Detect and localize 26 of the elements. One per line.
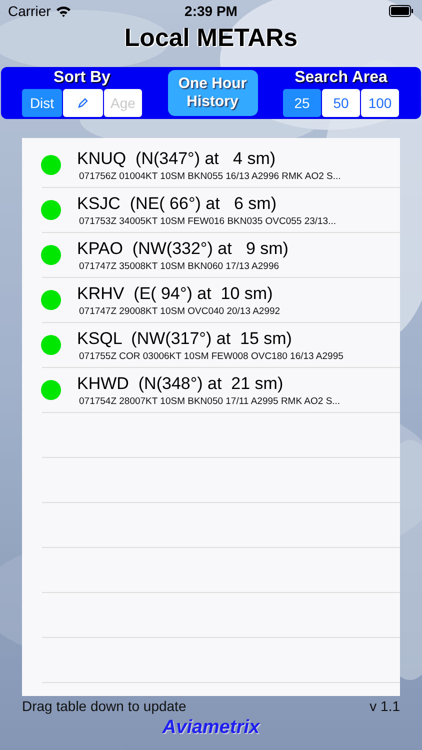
station-heading[interactable]: KSJC (NE( 66°) at 6 sm) (77, 194, 336, 214)
version-label: v 1.1 (370, 698, 400, 714)
search-area-label: Search Area (294, 69, 388, 87)
pencil-icon (78, 98, 88, 108)
brand-name: Aviametrix (162, 717, 260, 738)
station-heading[interactable]: KNUQ (N(347°) at 4 sm) (77, 148, 341, 168)
clock-time: 2:39 PM (184, 3, 238, 19)
sort-option[interactable] (63, 89, 103, 117)
station-heading[interactable]: KHWD (N(348°) at 21 sm) (77, 374, 340, 394)
metar-text: 071753Z 34005KT 10SM FEW016 BKN035 OVC055 23/13... (79, 216, 336, 226)
sort-by-label: Sort By (54, 69, 110, 87)
station-heading[interactable]: KSQL (NW(317°) at 15 sm) (77, 328, 344, 348)
wifi-icon (56, 6, 71, 16)
radius-option[interactable]: 50 (322, 89, 360, 117)
station-heading[interactable]: KRHV (E( 94°) at 10 sm) (77, 284, 280, 304)
metar-text: 071754Z 28007KT 10SM BKN050 17/11 A2995 RMK AO2 S... (79, 396, 340, 406)
screen-title: Local METARs (124, 24, 298, 52)
metar-text: 071747Z 35008KT 10SM BKN060 17/13 A2996 (79, 260, 280, 272)
metar-text: 071747Z 29008KT 10SM OVC040 20/13 A2992 (79, 306, 280, 316)
battery-icon (388, 5, 414, 17)
metar-text: 071755Z COR 03006KT 10SM FEW008 OVC180 16/13 A2995 (79, 350, 344, 362)
metar-text: 071756Z 01004KT 10SM BKN055 16/13 A2996 RMK AO2 S... (79, 170, 341, 182)
carrier-name: Carrier (8, 3, 51, 19)
station-heading[interactable]: KPAO (NW(332°) at 9 sm) (77, 238, 288, 258)
radius-option[interactable]: 100 (361, 89, 399, 117)
update-hint: Drag table down to update (22, 698, 186, 714)
